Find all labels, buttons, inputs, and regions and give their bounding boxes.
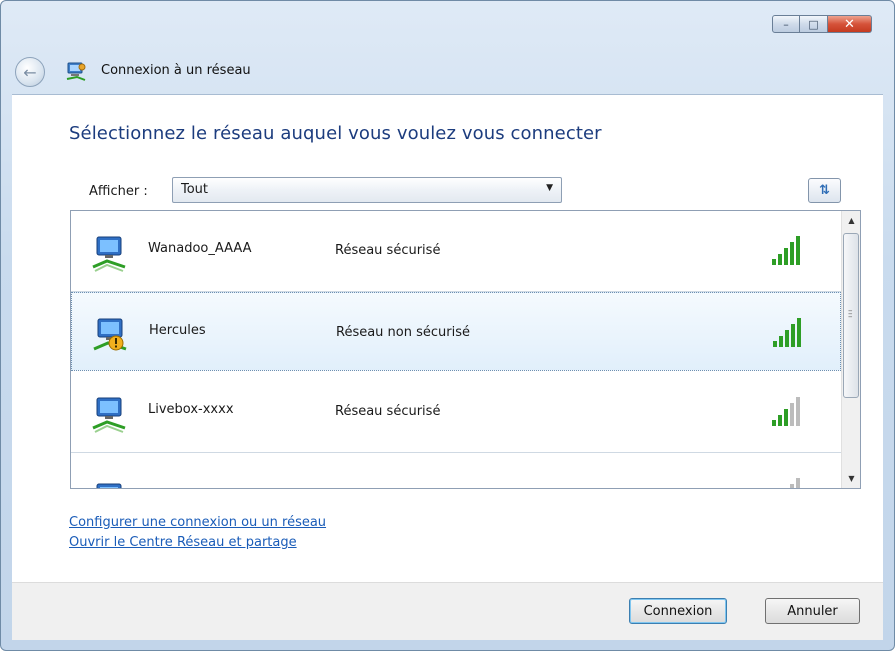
signal-strength-icon [772,236,800,265]
filter-label: Afficher : [89,184,148,199]
network-name: Hercules [149,323,206,338]
network-status: Réseau sécurisé [335,404,441,419]
network-status: Réseau non sécurisé [336,325,471,340]
maximize-button[interactable]: □ [800,15,828,33]
minimize-icon: – [783,17,789,31]
filter-dropdown[interactable]: Tout ▼ [172,177,562,203]
wireless-network-icon [96,483,122,488]
filter-value: Tout [181,182,209,197]
scroll-down-button[interactable]: ▼ [843,470,860,487]
page-heading: Sélectionnez le réseau auquel vous voule… [69,123,602,144]
setup-connection-link[interactable]: Configurer une connexion ou un réseau [69,515,326,530]
network-status: Réseau sécurisé [335,243,441,258]
wireless-network-icon [92,397,126,433]
scroll-grip-icon: – – – [848,306,853,322]
network-row-3[interactable]: Livebox-xxxx Réseau sécurisé [71,372,841,451]
scroll-thumb[interactable]: – – – [843,233,859,398]
wireless-network-icon [92,236,126,272]
vertical-scrollbar[interactable]: ▲ – – – ▼ [841,211,860,488]
back-button[interactable]: ← [15,57,45,87]
network-center-link[interactable]: Ouvrir le Centre Réseau et partage [69,535,297,550]
dropdown-arrow-icon[interactable]: ▼ [546,183,553,193]
network-list[interactable]: Wanadoo_AAAA Réseau sécurisé Hercules Ré… [70,210,861,489]
signal-strength-icon [773,318,801,347]
network-name: Wanadoo_AAAA [148,241,252,256]
refresh-icon: ⇅ [819,183,830,198]
network-connect-icon [66,62,86,81]
window-controls: – □ ✕ [772,15,872,33]
close-icon: ✕ [844,16,855,32]
cancel-button[interactable]: Annuler [765,598,860,624]
wireless-network-warning-icon [93,318,127,351]
network-name: Livebox-xxxx [148,402,234,417]
window-title: Connexion à un réseau [101,63,251,78]
back-arrow-icon: ← [23,62,37,82]
network-row-1[interactable]: Wanadoo_AAAA Réseau sécurisé [71,211,841,290]
row-divider [71,452,841,453]
title-bar[interactable]: – □ ✕ ← Connexion à un réseau [1,1,894,93]
main-content: Sélectionnez le réseau auquel vous voule… [12,94,883,582]
maximize-icon: □ [808,17,819,31]
refresh-button[interactable]: ⇅ [808,178,841,203]
scroll-up-button[interactable]: ▲ [843,212,860,229]
signal-strength-icon [790,478,800,488]
button-bar: Connexion Annuler [12,582,883,640]
signal-strength-icon [772,397,800,426]
dialog-window: – □ ✕ ← Connexion à un réseau Sélectionn… [0,0,895,651]
network-row-2[interactable]: Hercules Réseau non sécurisé [71,292,841,371]
minimize-button[interactable]: – [772,15,800,33]
connect-button[interactable]: Connexion [629,598,727,624]
close-button[interactable]: ✕ [828,15,872,33]
network-row-4[interactable] [71,454,841,488]
